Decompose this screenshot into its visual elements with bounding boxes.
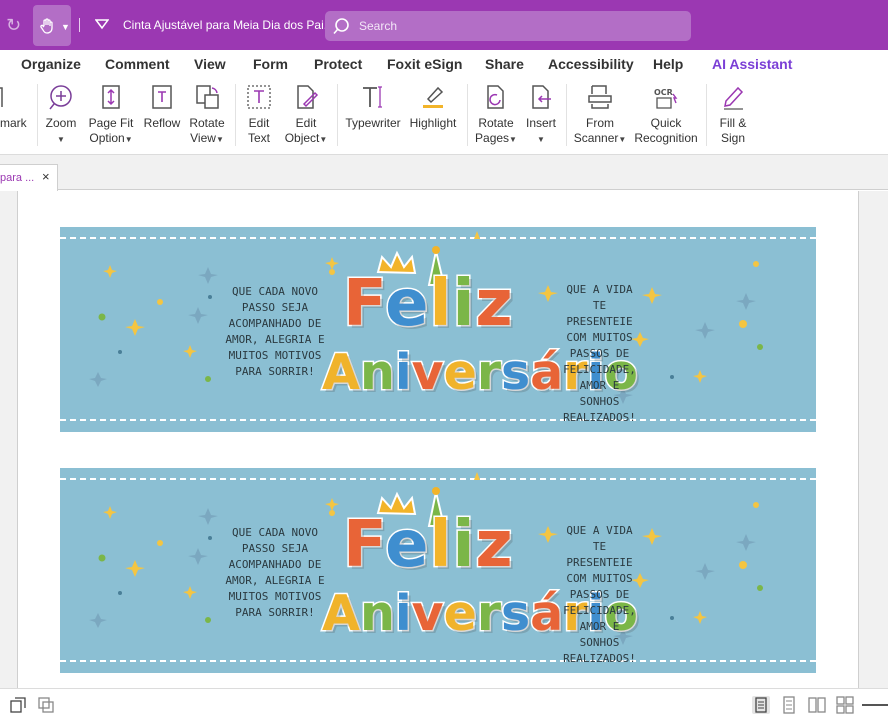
quick-recognition-button[interactable]: OCR Quick Recognition (632, 78, 700, 152)
from-scanner-icon (588, 85, 612, 109)
reflow-button[interactable]: Reflow (141, 78, 183, 152)
zoom-out-icon[interactable] (862, 704, 888, 706)
edit-text-icon (247, 85, 271, 109)
feliz-heading: Feliz (341, 508, 514, 582)
fit-page-icon[interactable] (9, 696, 27, 714)
quick-access-dropdown-icon[interactable] (95, 17, 109, 31)
bookmark-button[interactable]: mark (0, 78, 32, 152)
highlight-button[interactable]: Highlight (405, 78, 461, 152)
chevron-down-icon: ▼ (215, 135, 224, 144)
fit-width-icon[interactable] (37, 696, 55, 714)
fill-sign-icon (724, 86, 744, 110)
right-message: Que a vida te presenteie com muitos pass… (563, 524, 636, 665)
zoom-icon (49, 85, 72, 110)
typewriter-icon (363, 86, 382, 108)
document-viewport[interactable]: Que cada novo passo seja acompanhado de … (0, 191, 888, 688)
zoom-button[interactable]: Zoom ▼ (42, 78, 80, 152)
divider (79, 18, 80, 32)
birthday-band-1: Que cada novo passo seja acompanhado de … (60, 227, 816, 432)
tab-foxit-esign[interactable]: Foxit eSign (387, 56, 462, 72)
chevron-down-icon: ▼ (537, 135, 545, 144)
ocr-icon: OCR (654, 88, 678, 109)
menu-bar: Organize Comment View Form Protect Foxit… (0, 50, 888, 78)
tab-organize[interactable]: Organize (21, 56, 81, 72)
pdf-page: Que cada novo passo seja acompanhado de … (17, 191, 859, 688)
from-scanner-button[interactable]: From Scanner▼ (572, 78, 628, 152)
hand-tool-icon (40, 18, 53, 34)
document-tab[interactable]: para ... × (0, 164, 58, 191)
continuous-view-icon[interactable] (780, 696, 798, 714)
right-message: Que a vida te presenteie com muitos pass… (563, 283, 636, 424)
ribbon-toolbar: mark Zoom ▼ Page Fit Option▼ Reflow Rotate… (0, 78, 888, 155)
tab-protect[interactable]: Protect (314, 56, 362, 72)
left-panel-strip (0, 191, 17, 688)
page-fit-icon (102, 85, 120, 109)
redo-icon[interactable]: ↻ (6, 14, 26, 36)
rotate-pages-icon (487, 85, 504, 109)
tab-view[interactable]: View (194, 56, 226, 72)
edit-object-button[interactable]: Edit Object▼ (282, 78, 330, 152)
document-tab-strip: para ... × (0, 155, 888, 191)
tab-comment[interactable]: Comment (105, 56, 170, 72)
reflow-icon (152, 85, 172, 109)
chevron-down-icon: ▼ (618, 135, 627, 144)
svg-text:OCR: OCR (654, 88, 673, 97)
tab-accessibility[interactable]: Accessibility (548, 56, 634, 72)
feliz-heading: Feliz (341, 267, 514, 341)
continuous-facing-view-icon[interactable] (836, 696, 854, 714)
chevron-down-icon[interactable]: ▼ (61, 22, 70, 32)
birthday-band-2: Que cada novo passo seja acompanhado de … (60, 468, 816, 673)
chevron-down-icon: ▼ (57, 135, 65, 144)
page-fit-option-button[interactable]: Page Fit Option▼ (86, 78, 136, 152)
chevron-down-icon: ▼ (319, 135, 328, 144)
chevron-down-icon: ▼ (509, 135, 517, 144)
highlight-icon (423, 86, 444, 108)
document-tab-label: para ... (0, 172, 35, 184)
insert-button[interactable]: Insert ▼ (521, 78, 561, 152)
chevron-down-icon: ▼ (124, 135, 133, 144)
document-title: Cinta Ajustável para Meia Dia dos Pai... (123, 18, 334, 32)
bookmark-icon (0, 87, 3, 107)
rotate-view-icon (196, 85, 219, 109)
search-icon (333, 18, 349, 35)
tab-share[interactable]: Share (485, 56, 524, 72)
title-bar: ↻ ▼ Cinta Ajustável para Meia Dia dos Pa… (0, 0, 888, 50)
fill-sign-button[interactable]: Fill & Sign (712, 78, 754, 152)
edit-text-button[interactable]: Edit Text (240, 78, 278, 152)
right-gutter (859, 191, 888, 688)
facing-view-icon[interactable] (808, 696, 826, 714)
rotate-view-button[interactable]: Rotate View▼ (187, 78, 227, 152)
single-page-view-icon[interactable] (752, 696, 770, 714)
typewriter-button[interactable]: Typewriter (343, 78, 403, 152)
insert-icon (532, 85, 551, 109)
edit-object-icon (297, 85, 319, 109)
search-box[interactable]: Search (325, 11, 691, 41)
tab-form[interactable]: Form (253, 56, 288, 72)
tab-ai-assistant[interactable]: AI Assistant (712, 56, 792, 72)
search-placeholder: Search (359, 19, 398, 33)
tab-help[interactable]: Help (653, 56, 683, 72)
rotate-pages-button[interactable]: Rotate Pages▼ (473, 78, 519, 152)
status-bar (0, 688, 888, 720)
hand-tool-button[interactable]: ▼ (33, 5, 71, 46)
close-icon[interactable]: × (42, 169, 50, 184)
